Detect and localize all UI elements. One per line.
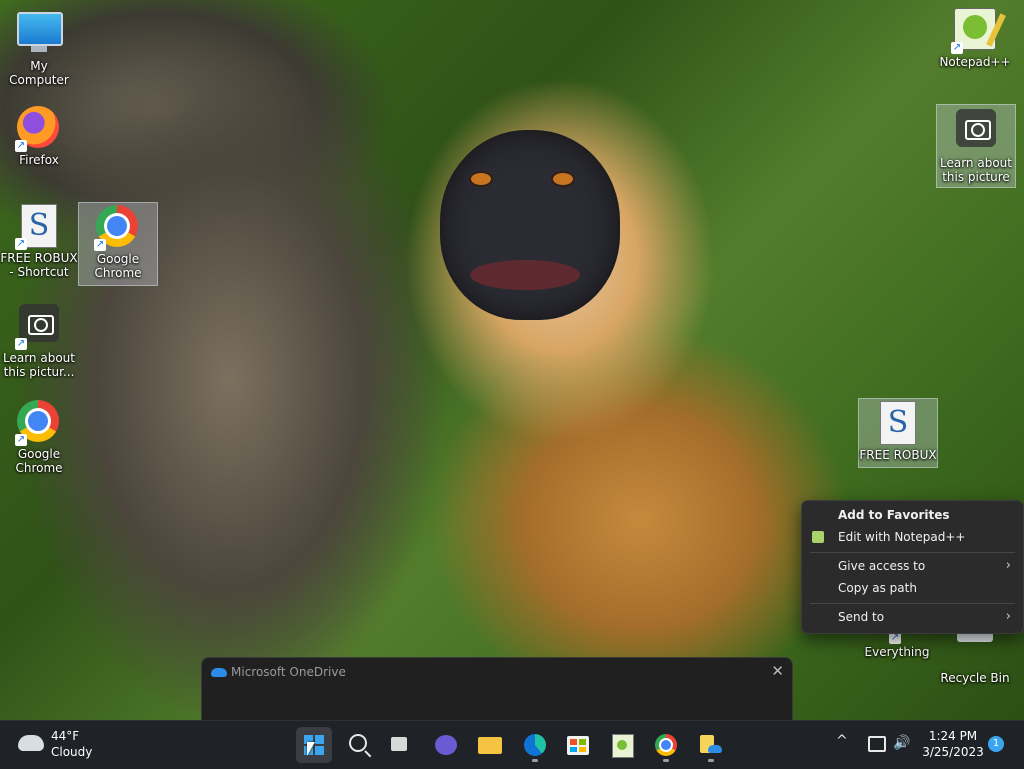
shortcut-arrow-icon: ↗: [15, 434, 27, 446]
desktop-icon-label: Recycle Bin: [940, 671, 1010, 685]
shortcut-arrow-icon: ↗: [94, 239, 106, 251]
running-indicator: [708, 759, 714, 762]
desktop-icon-label: Google Chrome: [94, 252, 142, 280]
edge-icon: [524, 734, 546, 756]
script-file-icon: S: [876, 401, 920, 445]
context-menu: Add to Favorites Edit with Notepad++ Giv…: [801, 500, 1024, 634]
script-file-icon: S ↗: [15, 204, 61, 250]
desktop-icon-label: Google Chrome: [15, 447, 63, 475]
onedrive-icon: [700, 735, 722, 753]
taskbar-store-button[interactable]: [560, 727, 596, 763]
chat-icon: [435, 735, 457, 755]
chrome-icon: ↗: [94, 205, 140, 251]
menu-item-copy-as-path[interactable]: Copy as path: [802, 577, 1023, 599]
monkey-eye-left: [468, 170, 494, 188]
desktop-icon-free-robux[interactable]: S FREE ROBUX: [858, 398, 938, 468]
close-icon[interactable]: ✕: [771, 662, 784, 680]
taskbar-search-button[interactable]: [340, 727, 376, 763]
shortcut-arrow-icon: ↗: [15, 238, 27, 250]
desktop-icon-label: Learn about this picture: [940, 156, 1012, 184]
computer-icon: [17, 12, 63, 56]
chrome-icon: [655, 734, 677, 756]
taskbar-chrome-button[interactable]: [648, 727, 684, 763]
monkey-eye-right: [550, 170, 576, 188]
desktop-icon-label: Everything: [864, 645, 930, 659]
weather-condition[interactable]: Cloudy: [51, 745, 92, 759]
clock-time[interactable]: 1:24 PM: [922, 729, 984, 743]
taskbar-edge-button[interactable]: [517, 727, 553, 763]
chevron-right-icon: ›: [1005, 558, 1011, 573]
store-icon: [567, 736, 589, 755]
taskbar-onedrive-button[interactable]: [693, 727, 729, 763]
menu-separator: [810, 603, 1015, 604]
running-indicator: [532, 759, 538, 762]
chrome-icon: ↗: [15, 400, 61, 446]
task-view-icon: [391, 733, 413, 751]
mouse-cursor-icon: [307, 742, 315, 756]
desktop-icon-label: Notepad++: [939, 55, 1011, 69]
desktop-icon-label: Learn about this pictur...: [3, 351, 75, 379]
show-hidden-icons-chevron-up-icon[interactable]: ^: [836, 733, 848, 749]
shortcut-arrow-icon: ↗: [951, 42, 963, 54]
onedrive-popup: Microsoft OneDrive ✕: [201, 657, 793, 721]
desktop-icon-firefox[interactable]: ↗ Firefox: [0, 106, 78, 167]
menu-item-add-to-favorites[interactable]: Add to Favorites: [802, 504, 1023, 526]
monkey-face: [440, 130, 620, 320]
desktop-icon-my-computer[interactable]: My Computer: [0, 8, 78, 87]
firefox-icon: ↗: [15, 106, 61, 152]
desktop-icon-google-chrome-2[interactable]: ↗ Google Chrome: [0, 400, 78, 475]
taskbar-task-view-button[interactable]: [384, 727, 420, 763]
shortcut-arrow-icon: ↗: [15, 338, 27, 350]
volume-icon[interactable]: 🔊: [893, 735, 910, 751]
taskbar-chat-button[interactable]: [428, 727, 464, 763]
desktop-icon-google-chrome-1[interactable]: ↗ Google Chrome: [78, 202, 158, 286]
desktop-icon-label: My Computer: [9, 59, 69, 87]
menu-item-give-access-to[interactable]: Give access to ›: [802, 555, 1023, 577]
desktop-icon-label: FREE ROBUX - Shortcut: [0, 251, 78, 279]
camera-icon: [954, 109, 998, 153]
desktop-icon-learn-about-picture-2[interactable]: Learn about this picture: [936, 104, 1016, 188]
onedrive-cloud-icon: [211, 668, 227, 677]
desktop-icon-free-robux-shortcut[interactable]: S ↗ FREE ROBUX - Shortcut: [0, 204, 78, 279]
monkey-mouth: [470, 260, 580, 290]
notepadpp-icon: [812, 531, 824, 543]
menu-item-edit-with-notepadpp[interactable]: Edit with Notepad++: [802, 526, 1023, 548]
search-icon: [349, 734, 367, 752]
running-indicator: [663, 759, 669, 762]
taskbar-notepadpp-button[interactable]: [604, 727, 640, 763]
chevron-right-icon: ›: [1005, 609, 1011, 624]
notepadpp-icon: ↗: [951, 8, 997, 54]
network-icon[interactable]: [868, 736, 886, 752]
onedrive-title: Microsoft OneDrive: [231, 665, 346, 679]
desktop-icon-learn-about-picture-1[interactable]: ↗ Learn about this pictur...: [0, 304, 78, 379]
desktop-icon-label: FREE ROBUX: [859, 448, 937, 462]
weather-temperature[interactable]: 44°F: [51, 729, 79, 743]
folder-icon: [478, 737, 502, 754]
taskbar-file-explorer-button[interactable]: [472, 727, 508, 763]
shortcut-arrow-icon: ↗: [15, 140, 27, 152]
desktop-icon-notepadpp[interactable]: ↗ Notepad++: [936, 8, 1014, 69]
menu-item-send-to[interactable]: Send to ›: [802, 606, 1023, 628]
notification-badge[interactable]: 1: [988, 736, 1004, 752]
desktop-icon-label: Firefox: [19, 153, 59, 167]
cloud-icon[interactable]: [18, 735, 44, 751]
menu-separator: [810, 552, 1015, 553]
notepadpp-icon: [612, 734, 634, 758]
clock-date[interactable]: 3/25/2023: [922, 745, 984, 759]
camera-icon: ↗: [15, 304, 61, 350]
